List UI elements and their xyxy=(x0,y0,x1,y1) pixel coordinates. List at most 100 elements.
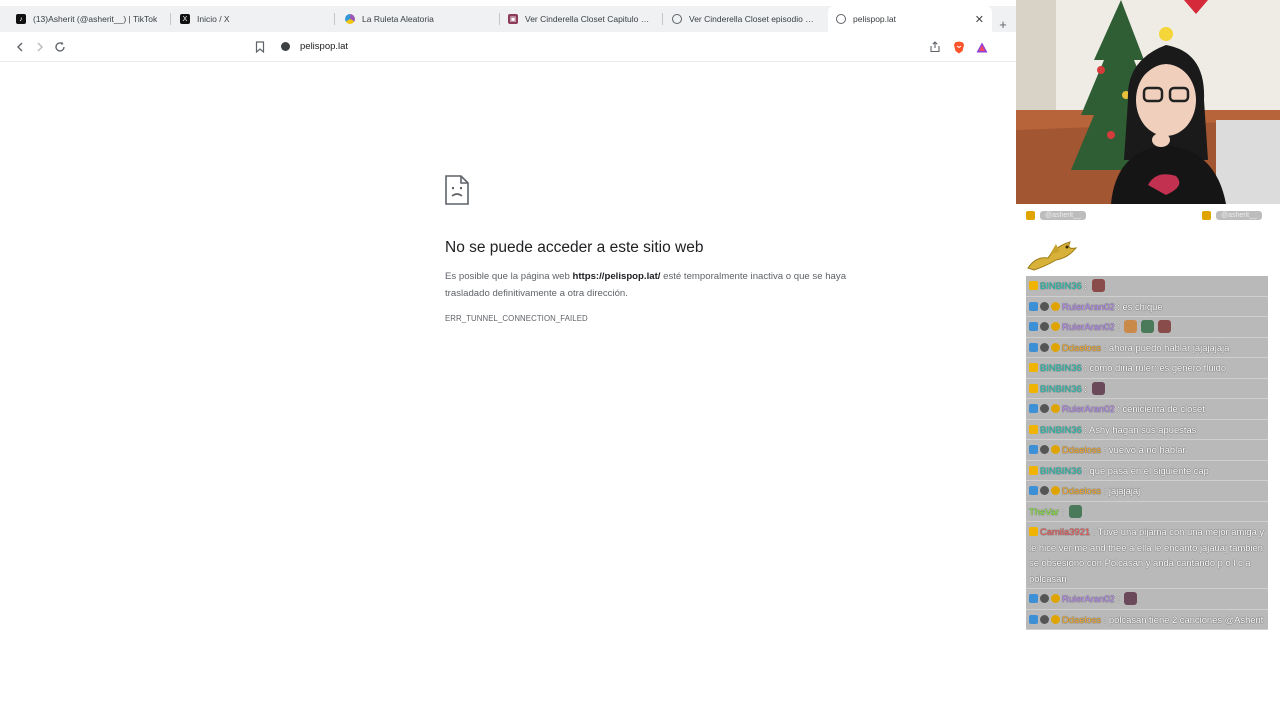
chat-text: cenicienta de closet xyxy=(1122,403,1205,414)
tab-x[interactable]: X Inicio / X xyxy=(172,6,332,32)
close-icon[interactable]: ✕ xyxy=(975,13,984,26)
bookmark-button[interactable] xyxy=(252,39,268,55)
address-bar[interactable]: pelispop.lat xyxy=(272,36,1002,58)
back-button[interactable] xyxy=(12,39,28,55)
tab-title: La Ruleta Aleatoria xyxy=(362,14,434,24)
chat-username[interactable]: BINBIN36 xyxy=(1040,424,1082,435)
share-icon xyxy=(930,41,940,53)
crown-badge-icon xyxy=(1029,465,1038,475)
globe-icon xyxy=(672,14,682,24)
chat-username[interactable]: RulerAran02 xyxy=(1062,301,1115,312)
chat-username[interactable]: BINBIN36 xyxy=(1040,465,1082,476)
blue-badge-icon xyxy=(1029,404,1038,413)
blue-badge-icon xyxy=(1029,322,1038,331)
chat-username[interactable]: RulerAran02 xyxy=(1062,321,1115,332)
tiktok-icon: ♪ xyxy=(16,14,26,24)
chat-username[interactable]: Ddaeloss xyxy=(1062,444,1101,455)
tab-cinderella-online[interactable]: Ver Cinderella Closet episodio 2 onli xyxy=(664,6,824,32)
chat-box: BINBIN36 : RulerAran02 : es chique RulerA… xyxy=(1026,276,1268,630)
chat-emote-icon xyxy=(1091,381,1105,395)
chat-separator: : xyxy=(1101,485,1109,496)
chat-text: Ashy hagan sus apuestas xyxy=(1088,423,1197,435)
chat-text: jajajajaj xyxy=(1108,485,1141,496)
brave-rewards-button[interactable] xyxy=(974,39,990,55)
crown-badge-icon xyxy=(1029,281,1038,290)
url-text[interactable]: pelispop.lat xyxy=(300,41,348,52)
forward-button[interactable] xyxy=(32,39,48,55)
crown-badge-icon xyxy=(1029,383,1038,393)
chat-separator: : xyxy=(1059,505,1067,517)
chat-text: vuelvo a no hablar xyxy=(1108,444,1186,455)
bookmark-icon xyxy=(255,41,265,53)
tab-ruleta[interactable]: La Ruleta Aleatoria xyxy=(337,6,497,32)
screen: ♪ (13)Asherit (@asherit__) | TikTok X In… xyxy=(0,0,1280,720)
chat-username[interactable]: Camila3921 xyxy=(1040,526,1090,537)
chat-message: TheVar : xyxy=(1026,501,1268,522)
tab-cinderella-sub[interactable]: ▣ Ver Cinderella Closet Capitulo 2 Sub xyxy=(500,6,660,32)
chat-separator: : xyxy=(1114,321,1123,332)
share-button[interactable] xyxy=(927,39,943,55)
chat-username[interactable]: Ddaeloss xyxy=(1062,614,1101,625)
error-text-prefix: Es posible que la página web xyxy=(445,271,573,282)
social-right: @asherit__ xyxy=(1202,209,1262,221)
tab-title: Inicio / X xyxy=(197,14,230,24)
chat-separator: : xyxy=(1114,593,1123,604)
error-title: No se puede acceder a este sitio web xyxy=(445,239,704,256)
webcam-image xyxy=(1016,0,1280,204)
dark-badge-icon xyxy=(1040,322,1049,331)
chat-username[interactable]: BINBIN36 xyxy=(1040,383,1082,394)
error-url: https://pelispop.lat/ xyxy=(572,271,661,282)
gold-badge-icon xyxy=(1051,301,1060,311)
tab-title: Ver Cinderella Closet episodio 2 onli xyxy=(689,14,816,24)
chat-text: polcasan tiene 2 canciones @Asherit xyxy=(1108,613,1264,625)
gold-badge-icon xyxy=(1051,594,1060,603)
gold-badge-icon xyxy=(1051,404,1060,413)
chat-message: Camila3921 : Tuve una pijama con una mej… xyxy=(1026,522,1268,589)
error-description: Es posible que la página web https://pel… xyxy=(445,268,855,302)
instagram-icon xyxy=(1026,210,1035,220)
dark-badge-icon xyxy=(1040,342,1049,352)
chat-separator: : xyxy=(1081,362,1090,373)
error-code: ERR_TUNNEL_CONNECTION_FAILED xyxy=(445,314,588,323)
chat-username[interactable]: Ddaeloss xyxy=(1062,342,1101,353)
chat-username[interactable]: BINBIN36 xyxy=(1040,280,1082,291)
brave-lion-icon xyxy=(954,41,964,53)
chat-username[interactable]: TheVar xyxy=(1029,506,1059,517)
chat-message: BINBIN36 : xyxy=(1026,378,1268,399)
dragon-emote-icon xyxy=(1027,241,1078,271)
stream-overlay: @asherit__ @asherit__ BINBIN36 : RulerAr… xyxy=(1016,0,1280,720)
tab-pelispop[interactable]: pelispop.lat ✕ xyxy=(828,6,992,32)
toolbar: pelispop.lat xyxy=(0,32,1016,62)
dark-badge-icon xyxy=(1040,486,1049,495)
chat-username[interactable]: RulerAran02 xyxy=(1062,593,1115,604)
blue-badge-icon xyxy=(1029,594,1038,603)
tab-tiktok[interactable]: ♪ (13)Asherit (@asherit__) | TikTok xyxy=(8,6,168,32)
video-site-icon: ▣ xyxy=(508,14,518,24)
chat-message: RulerAran02 : es chique xyxy=(1026,296,1268,317)
chat-username[interactable]: RulerAran02 xyxy=(1062,403,1115,414)
chat-username[interactable]: BINBIN36 xyxy=(1040,362,1082,373)
chat-emote-icon xyxy=(1091,279,1105,292)
chat-username[interactable]: Ddaeloss xyxy=(1062,485,1101,496)
chat-message: BINBIN36 : que pasa en el siguiente cap xyxy=(1026,460,1268,481)
chat-message: BINBIN36 : xyxy=(1026,276,1268,297)
site-info-icon[interactable] xyxy=(281,42,290,51)
sad-document-icon xyxy=(445,175,469,205)
chat-separator: : xyxy=(1101,341,1109,353)
brave-shields-button[interactable] xyxy=(951,39,967,55)
chat-text: es chique xyxy=(1122,300,1163,312)
blue-badge-icon xyxy=(1029,301,1038,311)
social-handles: @asherit__ @asherit__ xyxy=(1016,206,1280,224)
blue-badge-icon xyxy=(1029,342,1038,352)
chevron-left-icon xyxy=(17,42,23,52)
twitter-icon xyxy=(1202,210,1211,220)
rewards-triangle-icon xyxy=(976,42,988,52)
chat-message: Ddaeloss : ahora puedo hablar jajajajaja xyxy=(1026,337,1268,358)
tab-strip: ♪ (13)Asherit (@asherit__) | TikTok X In… xyxy=(0,6,1016,32)
chat-emote-icon xyxy=(1158,320,1172,333)
social-right-handle: @asherit__ xyxy=(1216,210,1262,220)
chat-separator: : xyxy=(1101,444,1109,455)
reload-button[interactable] xyxy=(52,39,68,55)
tab-title: Ver Cinderella Closet Capitulo 2 Sub xyxy=(525,14,652,24)
chat-separator: : xyxy=(1081,464,1090,476)
